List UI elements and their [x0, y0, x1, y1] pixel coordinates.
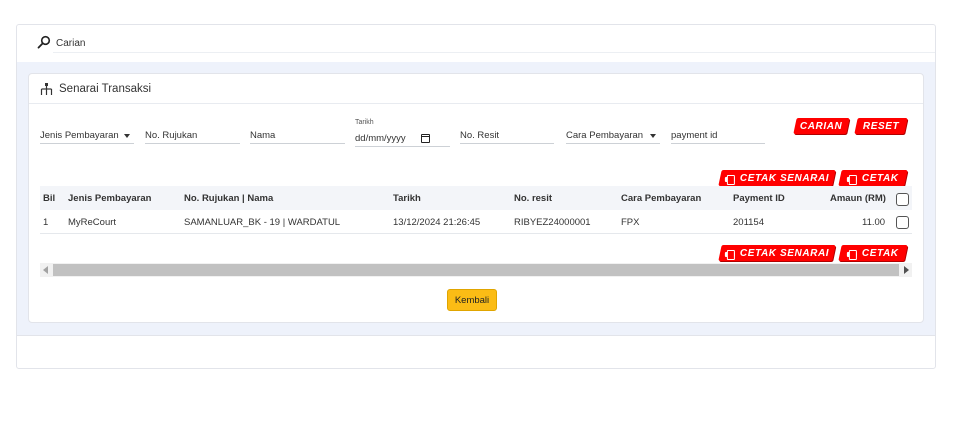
chevron-down-icon — [124, 134, 130, 138]
divider — [53, 52, 935, 53]
divider — [17, 335, 935, 336]
table-header: Bil Jenis Pembayaran No. Rujukan | Nama … — [40, 186, 912, 210]
cell-receipt: RIBYEZ24000001 — [514, 217, 591, 228]
col-header-reference-name: No. Rujukan | Nama — [184, 193, 274, 204]
print-list-label: CETAK SENARAI — [739, 247, 830, 259]
back-button[interactable]: Kembali — [447, 289, 497, 311]
payment-type-select[interactable]: Jenis Pembayaran — [40, 128, 134, 144]
reference-no-input[interactable]: No. Rujukan — [145, 128, 240, 144]
row-checkbox[interactable] — [896, 216, 909, 229]
scrollbar-thumb[interactable] — [53, 264, 899, 276]
payment-type-label: Jenis Pembayaran — [40, 130, 119, 141]
print-button[interactable]: CETAK — [838, 245, 908, 261]
search-toggle-bar[interactable]: Carian — [17, 25, 935, 62]
receipt-no-placeholder: No. Resit — [460, 130, 500, 141]
search-button[interactable]: CARIAN — [793, 118, 850, 134]
print-label: CETAK — [862, 172, 899, 184]
col-header-payment-type: Jenis Pembayaran — [68, 193, 152, 204]
reference-no-placeholder: No. Rujukan — [145, 130, 198, 141]
print-icon — [847, 249, 857, 257]
payment-method-label: Cara Pembayaran — [566, 130, 644, 141]
search-label: Carian — [56, 38, 86, 49]
date-input[interactable]: dd/mm/yyyy — [355, 131, 450, 147]
col-header-no: Bil — [43, 193, 56, 204]
receipt-no-input[interactable]: No. Resit — [460, 128, 554, 144]
print-icon — [725, 249, 735, 257]
cell-payment-id: 201154 — [733, 217, 764, 228]
scroll-right-icon[interactable] — [904, 266, 909, 274]
col-header-payment-id: Payment ID — [733, 193, 785, 204]
print-button[interactable]: CETAK — [838, 170, 908, 186]
hierarchy-icon — [40, 83, 53, 95]
print-icon — [725, 174, 735, 182]
col-header-receipt: No. resit — [514, 193, 553, 204]
calendar-icon[interactable] — [421, 134, 430, 143]
name-input[interactable]: Nama — [250, 128, 345, 144]
panel-title: Senarai Transaksi — [59, 83, 152, 95]
chevron-down-icon — [650, 134, 656, 138]
payment-method-select[interactable]: Cara Pembayaran — [566, 128, 660, 144]
select-all-checkbox[interactable] — [896, 193, 909, 206]
search-button-label: CARIAN — [800, 120, 843, 132]
payment-id-placeholder: payment id — [671, 130, 718, 141]
cell-amount: 11.00 — [862, 217, 886, 228]
payment-id-input[interactable]: payment id — [671, 128, 765, 144]
table-row[interactable]: 1 MyReCourt SAMANLUAR_BK - 19 | WARDATUL… — [40, 210, 912, 234]
cell-payment-method: FPX — [621, 217, 640, 228]
back-button-label: Kembali — [454, 294, 490, 306]
name-placeholder: Nama — [250, 130, 276, 141]
cell-payment-type: MyReCourt — [68, 217, 117, 228]
card-header: Senarai Transaksi — [29, 74, 923, 104]
reset-button-label: RESET — [862, 120, 900, 132]
print-list-label: CETAK SENARAI — [739, 172, 830, 184]
col-header-date: Tarikh — [393, 193, 421, 204]
print-list-button[interactable]: CETAK SENARAI — [718, 245, 836, 261]
print-list-button[interactable]: CETAK SENARAI — [718, 170, 836, 186]
date-label: Tarikh — [355, 119, 374, 126]
cell-date: 13/12/2024 21:26:45 — [393, 217, 481, 228]
horizontal-scrollbar[interactable] — [40, 263, 912, 277]
reset-button[interactable]: RESET — [854, 118, 908, 134]
col-header-payment-method: Cara Pembayaran — [621, 193, 702, 204]
print-label: CETAK — [862, 247, 899, 259]
cell-reference-name: SAMANLUAR_BK - 19 | WARDATUL — [184, 217, 341, 228]
scroll-left-icon[interactable] — [43, 266, 48, 274]
col-header-amount: Amaun (RM) — [830, 193, 886, 204]
search-icon — [37, 35, 51, 49]
cell-no: 1 — [43, 217, 49, 228]
date-value: dd/mm/yyyy — [355, 133, 406, 144]
print-icon — [847, 174, 857, 182]
